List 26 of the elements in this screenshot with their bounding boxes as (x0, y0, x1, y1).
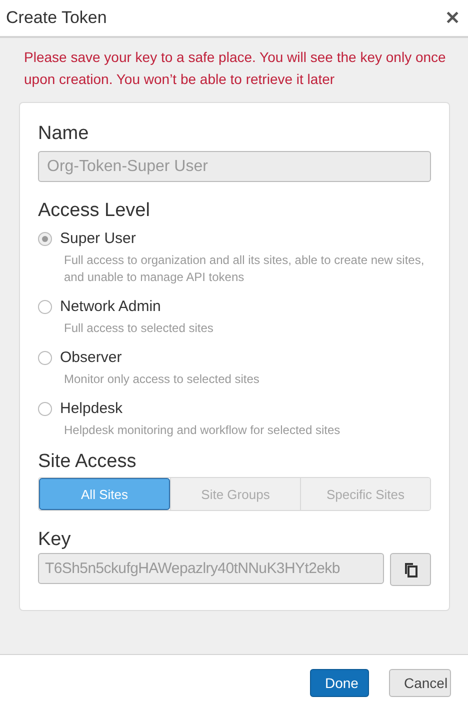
copy-button[interactable] (390, 553, 431, 586)
option-description: Helpdesk monitoring and workflow for selected sites (64, 422, 342, 439)
cancel-button[interactable]: Cancel (389, 669, 451, 697)
option-description: Full access to organization and all its sites, able to create new sites, and unable to manage API tokens (64, 252, 426, 286)
segment-tab[interactable]: All Sites (39, 478, 170, 510)
option-label: Network Admin (60, 298, 161, 315)
radio-button[interactable] (38, 350, 52, 364)
section-label: Site Access (38, 451, 138, 473)
option-description: Monitor only access to selected sites (64, 371, 260, 388)
option-label: Observer (60, 349, 122, 366)
warning-message: Please save your key to a safe place. You will see the key only once upon creation. You won’t be able to retrieve it later (24, 48, 447, 89)
done-button[interactable]: Done (310, 669, 369, 697)
radio-button[interactable] (38, 300, 52, 314)
radio-button[interactable] (38, 232, 52, 246)
section-label: Key (38, 529, 72, 551)
section-label: Access Level (38, 200, 151, 222)
option-description: Full access to selected sites (64, 320, 214, 337)
close-button[interactable]: ✕ (445, 7, 460, 29)
segment-tab[interactable]: Site Groups (170, 478, 300, 510)
dialog-title: Create Token (6, 8, 107, 28)
copy-icon (404, 562, 418, 578)
option-label: Super User (60, 230, 136, 247)
radio-button[interactable] (38, 402, 52, 416)
section-label: Name (38, 123, 90, 145)
segment-tab[interactable]: Specific Sites (300, 478, 430, 510)
option-label: Helpdesk (60, 400, 123, 417)
